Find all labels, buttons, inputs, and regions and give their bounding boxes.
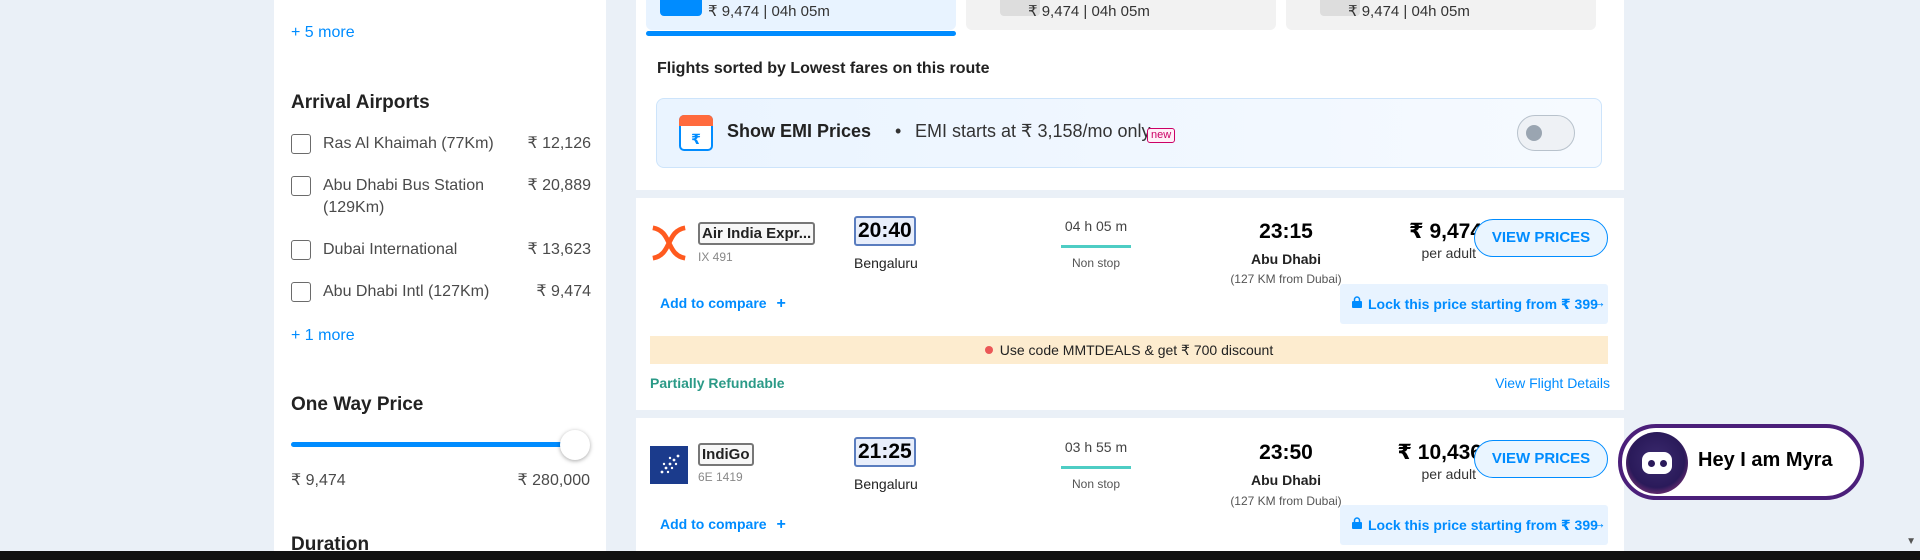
plus-icon: + bbox=[776, 295, 786, 312]
price-min-label: ₹ 9,474 bbox=[291, 472, 346, 489]
refund-status: Partially Refundable bbox=[650, 375, 785, 391]
bottom-bar bbox=[0, 551, 1920, 560]
emi-subtitle: EMI starts at ₹ 3,158/mo only bbox=[915, 121, 1151, 141]
arrival-time: 23:50 bbox=[1259, 441, 1313, 464]
flight-duration: 03 h 55 m bbox=[1064, 439, 1128, 455]
compare-label: Add to compare bbox=[660, 516, 767, 532]
lock-price-button[interactable]: Lock this price starting from ₹ 399 → bbox=[1340, 505, 1608, 545]
indigo-logo-icon bbox=[650, 446, 688, 484]
fare-price: ₹ 10,436 bbox=[1397, 441, 1482, 464]
show-more-airports-link[interactable]: + 1 more bbox=[291, 327, 355, 345]
lock-icon bbox=[1352, 517, 1362, 529]
compare-label: Add to compare bbox=[660, 295, 767, 311]
lock-price-button[interactable]: Lock this price starting from ₹ 399 → bbox=[1340, 284, 1608, 324]
airport-name: Ras Al Khaimah (77Km) bbox=[323, 135, 494, 152]
myra-label: Hey I am Myra bbox=[1698, 449, 1833, 471]
price-max-label: ₹ 280,000 bbox=[517, 472, 590, 489]
price-slider-track[interactable] bbox=[291, 442, 581, 447]
arrival-time: 23:15 bbox=[1259, 220, 1313, 243]
per-adult-label: per adult bbox=[1421, 466, 1476, 482]
airport-price: ₹ 12,126 bbox=[527, 135, 591, 152]
flight-icon bbox=[660, 0, 702, 16]
emi-separator: • bbox=[895, 121, 902, 141]
date-tab[interactable]: ₹ 9,474 | 04h 05m bbox=[1286, 0, 1596, 30]
flight-number: 6E 1419 bbox=[698, 470, 743, 484]
date-tab-label: ₹ 9,474 | 04h 05m bbox=[1028, 3, 1150, 20]
airline-name: Air India Expr... bbox=[698, 222, 816, 245]
myra-chat-button[interactable]: Hey I am Myra bbox=[1618, 424, 1864, 500]
results-header: ₹ 9,474 | 04h 05m ₹ 9,474 | 04h 05m ₹ 9,… bbox=[636, 0, 1624, 190]
show-more-link[interactable]: + 5 more bbox=[291, 24, 355, 42]
fare-price: ₹ 9,474 bbox=[1409, 220, 1482, 243]
airport-name: Abu Dhabi Bus Station (129Km) bbox=[323, 177, 484, 216]
airport-filter-row[interactable]: Ras Al Khaimah (77Km) ₹ 12,126 bbox=[291, 133, 591, 155]
view-flight-details-link[interactable]: View Flight Details bbox=[1495, 375, 1610, 391]
airline-name: IndiGo bbox=[698, 443, 754, 466]
departure-time: 20:40 bbox=[854, 216, 916, 246]
departure-time: 21:25 bbox=[854, 437, 916, 467]
airport-filter-row[interactable]: Dubai International ₹ 13,623 bbox=[291, 239, 591, 261]
arrow-right-icon: → bbox=[1592, 294, 1606, 310]
airport-filter-row[interactable]: Abu Dhabi Bus Station (129Km) ₹ 20,889 bbox=[291, 175, 591, 219]
new-badge: new bbox=[1147, 128, 1176, 143]
checkbox[interactable] bbox=[291, 176, 311, 196]
arrow-right-icon: → bbox=[1592, 515, 1606, 531]
calendar-icon: ₹ bbox=[679, 115, 713, 151]
robot-avatar-icon bbox=[1626, 432, 1688, 494]
emi-toggle[interactable] bbox=[1517, 115, 1575, 151]
emi-banner: ₹ Show EMI Prices • EMI starts at ₹ 3,15… bbox=[656, 98, 1602, 168]
plus-icon: + bbox=[776, 516, 786, 533]
view-prices-button[interactable]: VIEW PRICES bbox=[1474, 219, 1608, 257]
promo-dot-icon bbox=[984, 346, 993, 354]
arrival-city: Abu Dhabi bbox=[1251, 251, 1321, 267]
flight-duration: 04 h 05 m bbox=[1064, 218, 1128, 234]
lock-icon bbox=[1352, 296, 1362, 308]
airport-price: ₹ 9,474 bbox=[536, 283, 591, 300]
active-tab-indicator bbox=[646, 31, 956, 36]
toggle-knob bbox=[1526, 125, 1542, 141]
view-prices-button[interactable]: VIEW PRICES bbox=[1474, 440, 1608, 478]
promo-text: Use code MMTDEALS & get ₹ 700 discount bbox=[999, 342, 1274, 358]
arrival-city: Abu Dhabi bbox=[1251, 472, 1321, 488]
air-india-express-logo-icon bbox=[652, 225, 686, 261]
airport-name: Dubai International bbox=[323, 241, 458, 258]
date-tab[interactable]: ₹ 9,474 | 04h 05m bbox=[646, 0, 956, 36]
departure-city: Bengaluru bbox=[854, 255, 918, 271]
airport-filter-row[interactable]: Abu Dhabi Intl (127Km) ₹ 9,474 bbox=[291, 281, 591, 303]
duration-line bbox=[1061, 245, 1131, 248]
scroll-down-arrow-icon[interactable]: ▼ bbox=[1906, 536, 1916, 547]
lock-price-label: Lock this price starting from ₹ 399 bbox=[1368, 296, 1598, 312]
airport-price: ₹ 20,889 bbox=[527, 177, 591, 194]
airport-name: Abu Dhabi Intl (127Km) bbox=[323, 283, 490, 300]
flight-number: IX 491 bbox=[698, 250, 733, 264]
sort-description: Flights sorted by Lowest fares on this r… bbox=[657, 60, 990, 77]
date-tab[interactable]: ₹ 9,474 | 04h 05m bbox=[966, 0, 1276, 30]
add-to-compare-link[interactable]: Add to compare + bbox=[660, 295, 786, 313]
one-way-price-heading: One Way Price bbox=[291, 394, 424, 415]
date-tab-label: ₹ 9,474 | 04h 05m bbox=[708, 3, 830, 20]
price-slider-handle[interactable] bbox=[560, 430, 590, 460]
departure-city: Bengaluru bbox=[854, 476, 918, 492]
arrival-airports-heading: Arrival Airports bbox=[291, 92, 430, 113]
airport-price: ₹ 13,623 bbox=[527, 241, 591, 258]
filters-sidebar: + 5 more Arrival Airports Ras Al Khaimah… bbox=[274, 0, 606, 560]
stops-info: Non stop bbox=[1071, 256, 1121, 270]
per-adult-label: per adult bbox=[1421, 245, 1476, 261]
duration-line bbox=[1061, 466, 1131, 469]
promo-banner: Use code MMTDEALS & get ₹ 700 discount bbox=[650, 336, 1608, 364]
emi-title: Show EMI Prices bbox=[727, 121, 872, 141]
checkbox[interactable] bbox=[291, 240, 311, 260]
checkbox[interactable] bbox=[291, 282, 311, 302]
lock-price-label: Lock this price starting from ₹ 399 bbox=[1368, 517, 1598, 533]
checkbox[interactable] bbox=[291, 134, 311, 154]
stops-info: Non stop bbox=[1071, 477, 1121, 491]
flight-card: Air India Expr... IX 491 20:40 Bengaluru… bbox=[636, 198, 1624, 410]
add-to-compare-link[interactable]: Add to compare + bbox=[660, 516, 786, 534]
flight-card: IndiGo 6E 1419 21:25 Bengaluru 03 h 55 m… bbox=[636, 418, 1624, 560]
date-tab-label: ₹ 9,474 | 04h 05m bbox=[1348, 3, 1470, 20]
